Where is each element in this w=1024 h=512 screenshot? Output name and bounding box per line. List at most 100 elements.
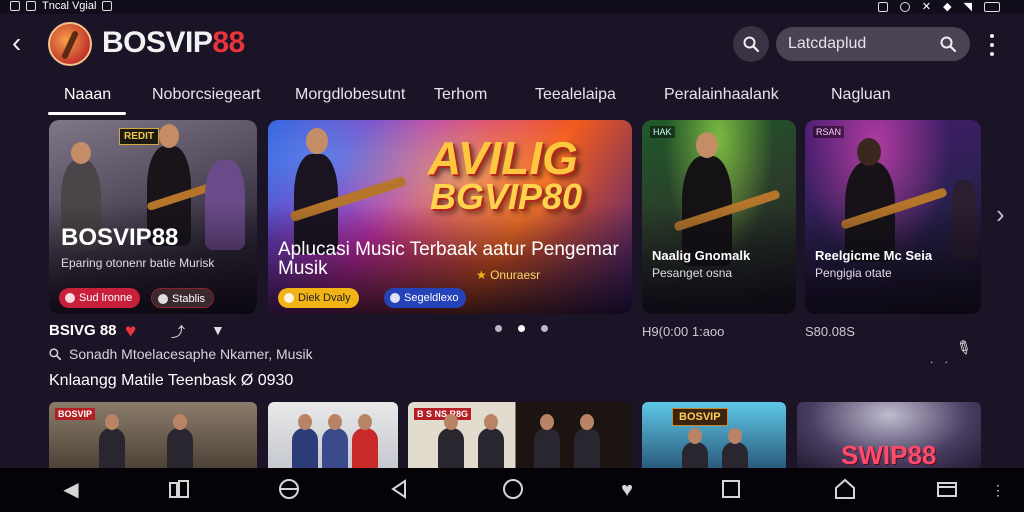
location-icon — [899, 1, 910, 12]
filter-icon[interactable]: ▼ — [211, 322, 225, 338]
carousel-dot[interactable] — [541, 325, 548, 332]
guitar-logo-icon — [48, 22, 92, 66]
carousel-dot-active[interactable] — [518, 325, 525, 332]
navigation-bar: ◀ ♥ ⋮ — [0, 468, 1024, 512]
person-figure — [438, 414, 464, 468]
section-title: Knlaangg Matile Teenbask Ø 0930 — [49, 372, 294, 389]
card-pill-button[interactable]: Stablis — [151, 288, 215, 308]
thumbnail-logo: BOSVIP — [672, 408, 728, 426]
search-input[interactable] — [788, 34, 938, 54]
card-logo-secondary: BGVIP80 — [430, 176, 583, 217]
window-icon[interactable] — [934, 478, 960, 502]
person-figure — [352, 414, 378, 468]
tab-teealelaipa[interactable]: Teealelaipa — [535, 86, 616, 104]
nfc-icon — [877, 1, 888, 12]
thumbnail-card[interactable]: B S NS R8G — [408, 402, 632, 468]
card-title: Reelgicme Mc Seia — [815, 248, 933, 263]
featured-card-4[interactable]: RSAN Reelgicme Mc Seia Pengigia otate — [805, 120, 981, 314]
vibrate-icon: ◆ — [943, 1, 952, 13]
card3-meta: H9(0:00 1:aoo — [642, 324, 725, 339]
search-button[interactable] — [733, 26, 769, 62]
brand-accent: 88 — [212, 26, 245, 59]
search-icon — [49, 347, 62, 361]
tab-terhom[interactable]: Terhom — [434, 86, 487, 104]
apps-grid-icon[interactable] — [166, 478, 192, 502]
person-figure — [574, 414, 600, 468]
card-badge: REDIT — [119, 128, 159, 145]
pin-icon[interactable]: ✎ — [952, 336, 975, 362]
thumbnail-card[interactable]: BOSVIP — [642, 402, 786, 468]
person-figure — [167, 414, 193, 468]
home-icon[interactable] — [832, 478, 858, 502]
person-figure — [292, 414, 318, 468]
home-circle-icon[interactable] — [500, 478, 526, 502]
carousel-dot[interactable] — [495, 325, 502, 332]
thumbnail-card[interactable]: BOSVIP — [49, 402, 257, 468]
person-figure — [322, 414, 348, 468]
tab-morgdlobesutnt[interactable]: Morgdlobesutnt — [295, 86, 405, 104]
card-badge: RSAN — [813, 126, 845, 138]
wifi-icon: ◥ — [963, 1, 972, 13]
status-bar: Tncal Vgial ✕ ◆ ◥ — [0, 0, 1024, 14]
card-tag: Onuraesr — [476, 268, 540, 282]
category-tabs: Naaan Noborcsiegeart Morgdlobesutnt Terh… — [0, 82, 1024, 116]
musician-head — [696, 132, 718, 158]
notification-icon — [10, 1, 20, 11]
more-vert-icon[interactable] — [984, 34, 1000, 56]
more-vert-icon[interactable]: ⋮ — [988, 478, 1008, 502]
card-pill-button[interactable]: Diek Dvaly — [278, 288, 359, 308]
card-subtitle: Pesanget osna — [652, 266, 733, 280]
musician-head — [857, 138, 881, 166]
share-icon[interactable]: ⤴ — [171, 322, 185, 342]
back-outline-icon[interactable] — [386, 478, 412, 502]
person-figure — [682, 428, 708, 468]
app-header: ‹ BOSVIP88 — [0, 14, 1024, 76]
thumbnail-card[interactable] — [268, 402, 398, 468]
search-field[interactable] — [776, 27, 970, 61]
chevron-right-icon[interactable]: › — [996, 201, 1012, 227]
meta-subtitle-text: Sonadh Mtoelacesaphe Nkamer, Musik — [69, 346, 313, 362]
brand-main: BOSVIP — [102, 26, 213, 59]
status-text: Tncal Vgial — [42, 0, 97, 12]
meta-subtitle: Sonadh Mtoelacesaphe Nkamer, Musik — [49, 346, 313, 362]
thumbnail-card[interactable]: SWIP88 — [797, 402, 981, 468]
back-arrow-icon[interactable]: ‹ — [12, 29, 36, 58]
card-subtitle: Pengigia otate — [815, 266, 892, 280]
card-subtitle: Eparing otonenr batie Murisk — [61, 256, 215, 270]
notification-icon — [26, 1, 36, 11]
more-dots-icon[interactable]: . . — [930, 352, 952, 366]
card-logo: AVILIG — [428, 132, 578, 184]
meta-title: BSIVG 88 — [49, 322, 117, 339]
heart-icon[interactable]: ♥ — [614, 478, 640, 502]
tab-nagluan[interactable]: Nagluan — [831, 86, 891, 104]
minus-circle-icon[interactable] — [276, 478, 302, 502]
person-figure — [722, 428, 748, 468]
card4-meta: S80.08S — [805, 324, 855, 339]
tab-peralainhaalank[interactable]: Peralainhaalank — [664, 86, 779, 104]
card-title: Naalig Gnomalk — [652, 248, 751, 263]
person-figure — [99, 414, 125, 468]
musician-head — [71, 142, 91, 164]
tab-naaan[interactable]: Naaan — [64, 86, 111, 104]
battery-icon — [984, 1, 1000, 12]
featured-card-bosvip88[interactable]: REDIT BOSVIP88 Eparing otonenr batie Mur… — [49, 120, 257, 314]
card-title: Aplucasi Music Terbaak aatur Pengemar Mu… — [278, 239, 619, 279]
status-right: ✕ ◆ ◥ — [877, 0, 1000, 13]
tab-noborcsiegeart[interactable]: Noborcsiegeart — [152, 86, 261, 104]
active-tab-indicator — [48, 112, 126, 115]
search-icon[interactable] — [940, 36, 957, 53]
card-title: BOSVIP88 — [61, 224, 179, 251]
app-icon — [102, 1, 113, 11]
back-triangle-icon[interactable]: ◀ — [58, 478, 84, 502]
card-pill-button[interactable]: Segeldlexo — [384, 288, 467, 308]
mute-icon: ✕ — [921, 1, 932, 13]
carousel-dots — [495, 325, 548, 332]
card-pill-button[interactable]: Sud lronne — [59, 288, 141, 308]
recents-square-icon[interactable] — [718, 478, 744, 502]
musician-head — [159, 124, 179, 148]
featured-card-3[interactable]: HAK Naalig Gnomalk Pesanget osna — [642, 120, 796, 314]
person-figure — [534, 414, 560, 468]
thumbnail-logo: SWIP88 — [841, 440, 937, 468]
featured-card-main[interactable]: AVILIG BGVIP80 Aplucasi Music Terbaak aa… — [268, 120, 632, 314]
heart-icon[interactable]: ♥ — [125, 321, 136, 343]
